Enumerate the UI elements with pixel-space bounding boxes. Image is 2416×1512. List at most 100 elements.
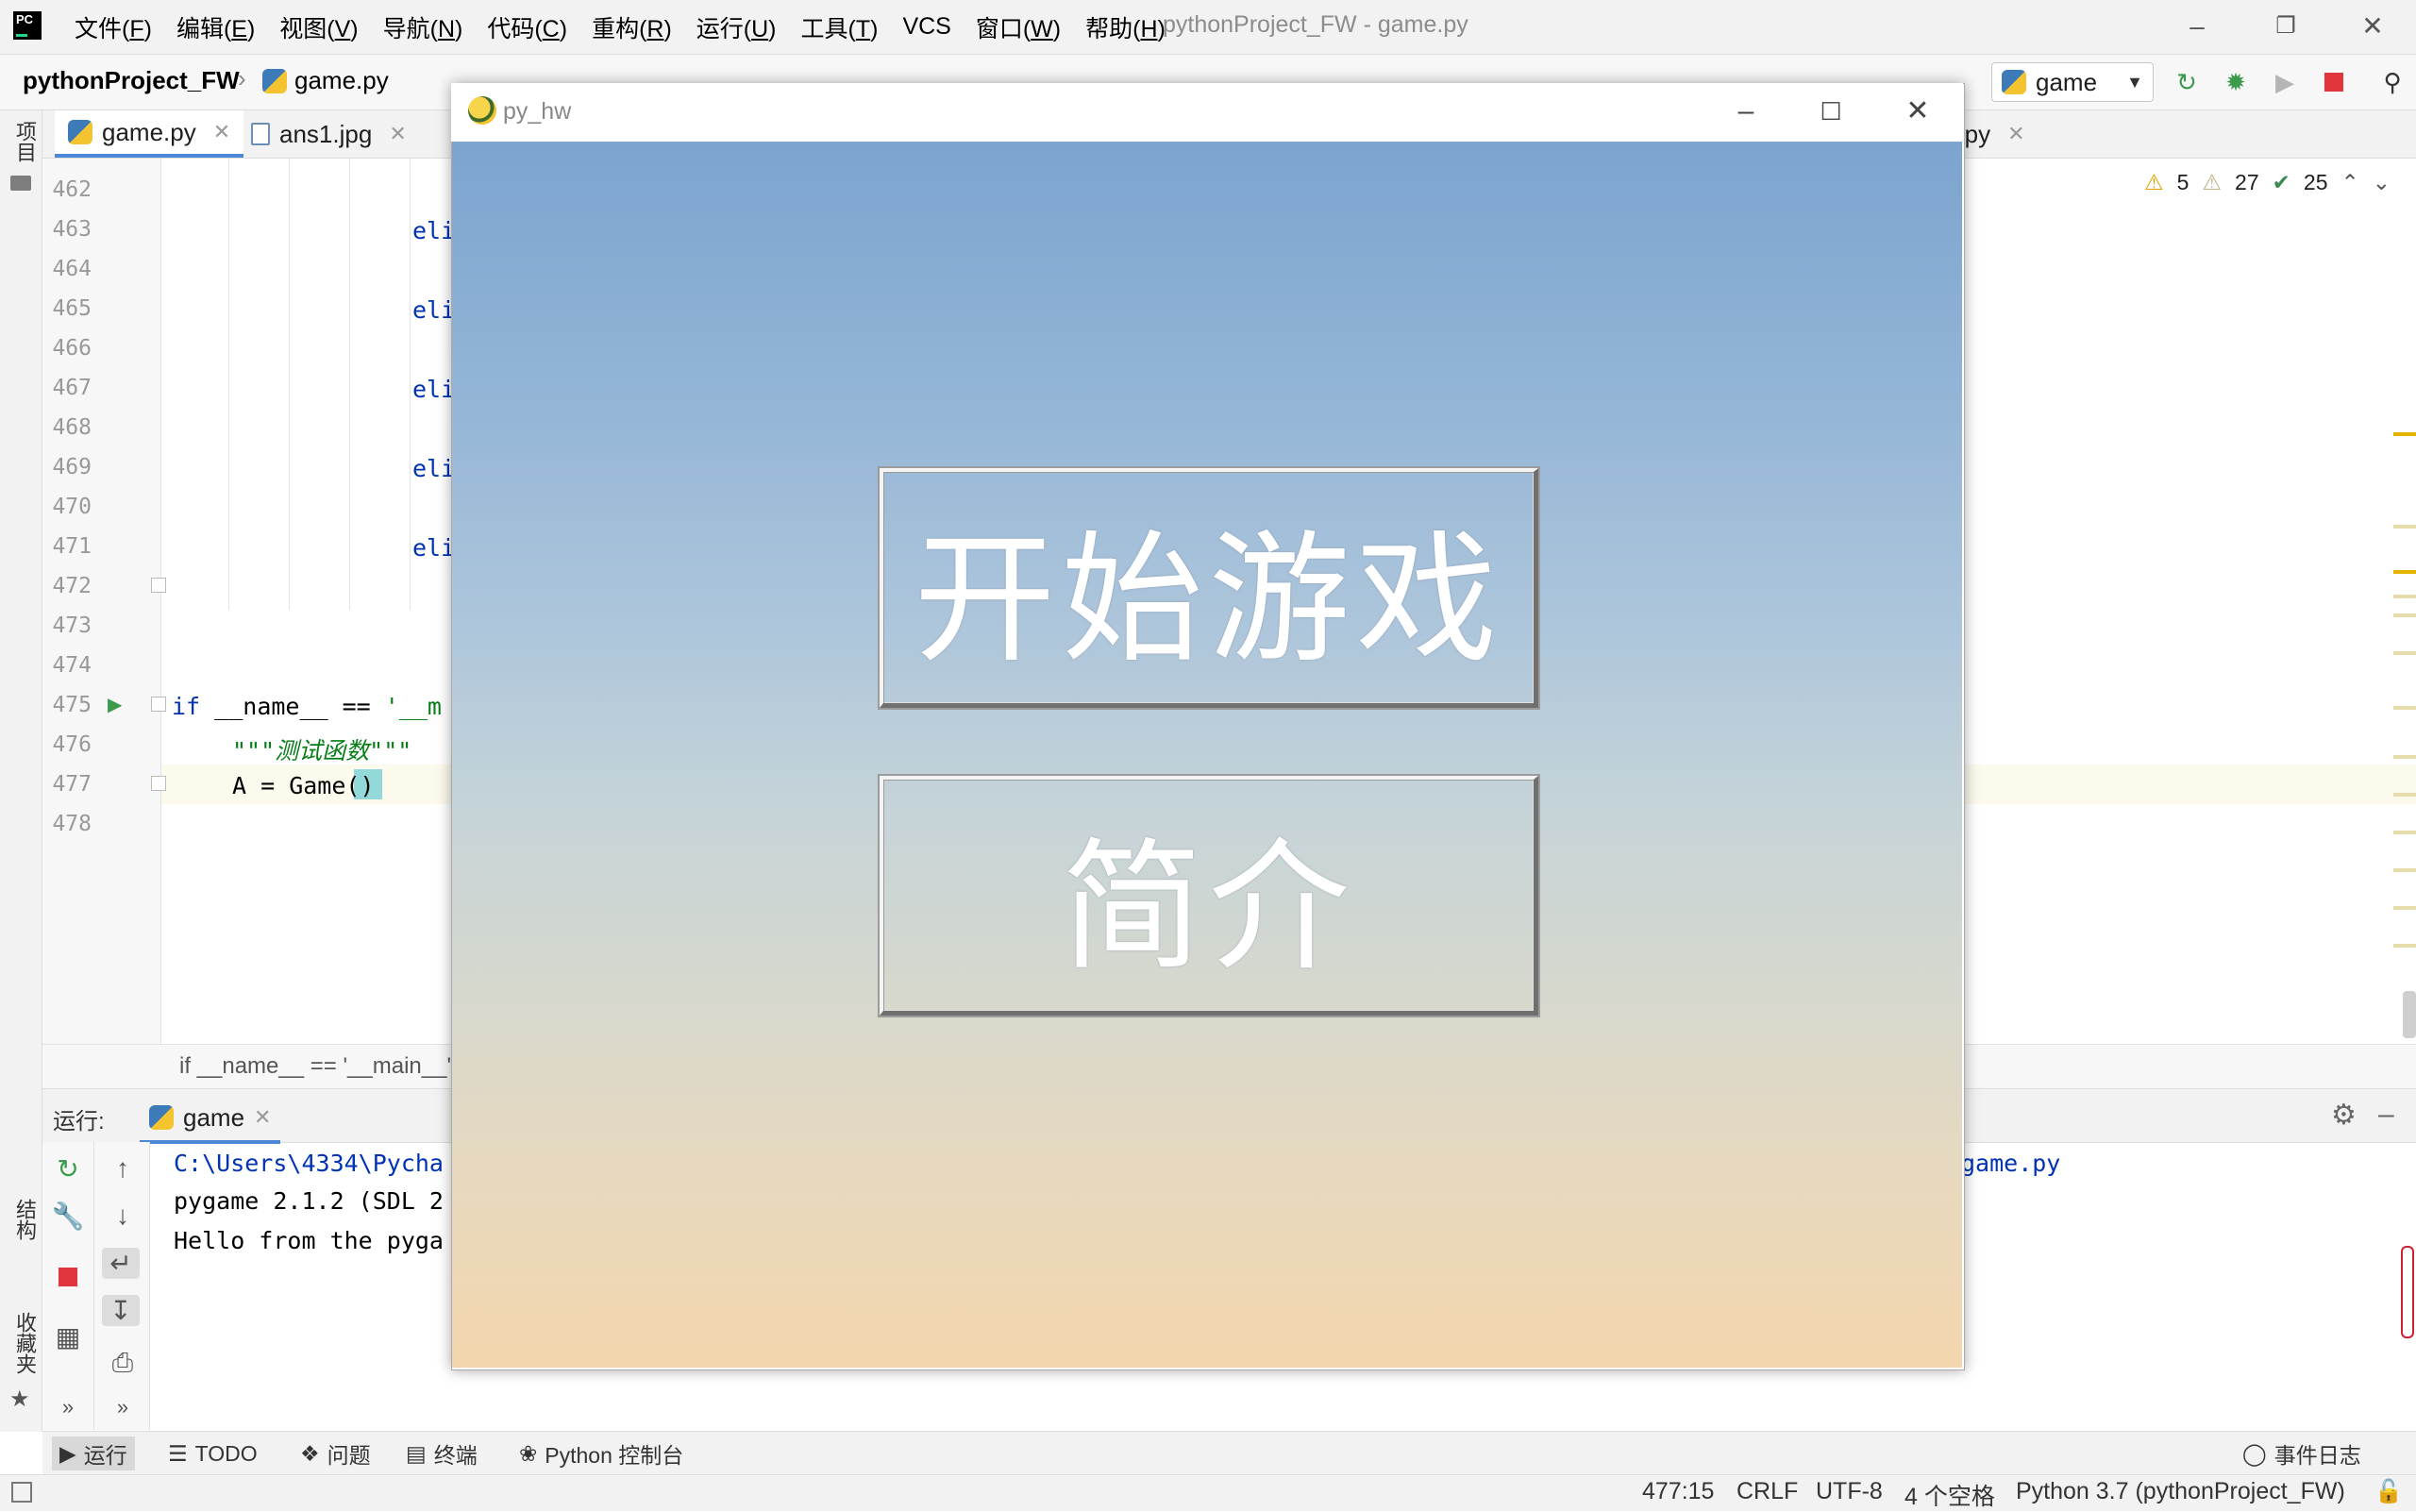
window-title: pythonProject_FW - game.py <box>1163 11 1468 38</box>
weak-warning-icon: ⚠ <box>2202 170 2223 194</box>
error-stripe-marker[interactable] <box>2393 613 2416 617</box>
more-icon[interactable]: » <box>104 1395 142 1420</box>
error-stripe-marker[interactable] <box>2393 570 2416 574</box>
line-separator[interactable]: CRLF <box>1736 1478 1798 1505</box>
tab-game-py[interactable]: game.py ✕ <box>55 110 244 158</box>
arrow-down-icon[interactable]: ↓ <box>104 1201 142 1231</box>
fold-marker-icon[interactable] <box>151 697 166 712</box>
todo-tool-button[interactable]: ☰ TODO <box>168 1436 258 1470</box>
menu-code[interactable]: 代码(C) <box>475 10 579 44</box>
menu-run[interactable]: 运行(U) <box>684 10 789 44</box>
favorites-tool-button[interactable]: 收藏夹 <box>9 1312 40 1374</box>
hide-panel-icon[interactable]: – <box>2378 1099 2394 1131</box>
minimize-icon[interactable]: – <box>2178 9 2216 43</box>
caret-position[interactable]: 477:15 <box>1642 1478 1714 1505</box>
project-tool-button[interactable]: 项目 <box>9 121 40 162</box>
game-canvas[interactable] <box>452 142 1962 1368</box>
menu-vcs[interactable]: VCS <box>890 13 963 41</box>
chevron-up-icon[interactable]: ⌃ <box>2341 170 2359 195</box>
error-stripe-marker[interactable] <box>2393 944 2416 948</box>
breadcrumb-file[interactable]: game.py <box>262 66 389 95</box>
error-stripe-marker[interactable] <box>2393 831 2416 834</box>
arrow-up-icon[interactable]: ↑ <box>104 1153 142 1184</box>
close-icon[interactable]: ✕ <box>2354 9 2391 43</box>
tab-close-icon[interactable]: ✕ <box>254 1105 271 1130</box>
pygame-window-title: py_hw <box>503 98 572 125</box>
file-encoding[interactable]: UTF-8 <box>1816 1478 1883 1505</box>
menu-edit[interactable]: 编辑(E) <box>164 10 267 44</box>
tab-close-icon[interactable]: ✕ <box>2007 122 2024 146</box>
more-icon[interactable]: » <box>49 1395 87 1420</box>
event-log-button[interactable]: ◯ 事件日志 <box>2242 1436 2361 1470</box>
scroll-to-end-icon[interactable]: ↧ <box>102 1295 140 1326</box>
debug-icon[interactable]: ✹ <box>2220 66 2252 98</box>
error-stripe-marker[interactable] <box>2393 651 2416 655</box>
error-stripe-marker[interactable] <box>2393 432 2416 436</box>
pygame-minimize-icon[interactable]: – <box>1727 94 1765 128</box>
menu-tools[interactable]: 工具(T) <box>789 10 891 44</box>
coverage-icon[interactable]: ▶ <box>2269 66 2301 98</box>
error-stripe-marker[interactable] <box>2393 525 2416 529</box>
introduction-button[interactable]: 简介 <box>880 776 1538 1016</box>
fold-marker-icon[interactable] <box>151 578 166 593</box>
run-tool-button[interactable]: ▶ 运行 <box>52 1436 135 1470</box>
line-number: 468 <box>52 415 92 440</box>
menu-navigate[interactable]: 导航(N) <box>371 10 476 44</box>
pygame-maximize-icon[interactable]: ☐ <box>1812 94 1850 128</box>
gear-icon[interactable]: ⚙ <box>2331 1099 2357 1132</box>
error-stripe-marker[interactable] <box>2393 755 2416 759</box>
event-log-icon: ◯ <box>2242 1440 2267 1466</box>
terminal-tool-button[interactable]: ▤ 终端 <box>406 1436 478 1470</box>
run-configuration-select[interactable]: game ▼ <box>1991 62 2154 102</box>
rerun-icon[interactable]: ↻ <box>49 1153 87 1184</box>
start-game-button[interactable]: 开始游戏 <box>880 468 1538 708</box>
line-number: 469 <box>52 455 92 479</box>
stop-icon[interactable] <box>2318 66 2350 98</box>
indent-setting[interactable]: 4 个空格 <box>1904 1478 1995 1512</box>
fold-marker-icon[interactable] <box>151 776 166 791</box>
problems-tool-button[interactable]: ❖ 问题 <box>300 1436 371 1470</box>
inspection-summary[interactable]: ⚠ 5 ⚠ 27 ✔ 25 ⌃ ⌄ <box>2144 170 2391 195</box>
chevron-down-icon[interactable]: ⌄ <box>2373 170 2391 195</box>
tab-close-icon[interactable]: ✕ <box>389 122 406 146</box>
lock-icon[interactable]: 🔓 <box>2374 1478 2403 1505</box>
print-icon[interactable]: ⎙ <box>104 1348 142 1379</box>
wrench-icon[interactable]: 🔧 <box>49 1201 87 1232</box>
menu-view[interactable]: 视图(V) <box>267 10 370 44</box>
console-line-tail: game.py <box>1961 1150 2061 1177</box>
console-line: C:\Users\4334\Pycha <box>174 1150 444 1177</box>
menu-window[interactable]: 窗口(W) <box>964 10 1073 44</box>
soft-wrap-icon[interactable]: ↵ <box>102 1248 140 1279</box>
python-console-tool-button[interactable]: ❀ Python 控制台 <box>519 1436 683 1470</box>
layout-icon[interactable]: ▦ <box>49 1321 87 1352</box>
menu-file[interactable]: 文件(F) <box>62 10 164 44</box>
error-stripe-marker[interactable] <box>2393 706 2416 710</box>
code-line-469: eli <box>412 455 456 482</box>
search-icon[interactable]: ⚲ <box>2376 66 2408 98</box>
run-gutter-icon[interactable]: ▶ <box>108 693 122 716</box>
code-breadcrumb[interactable]: if __name__ == '__main__' <box>179 1053 451 1080</box>
line-number: 470 <box>52 495 92 519</box>
line-number: 466 <box>52 336 92 361</box>
run-tab-game[interactable]: game ✕ <box>140 1095 281 1144</box>
error-stripe-marker[interactable] <box>2393 868 2416 872</box>
editor-scrollbar[interactable] <box>2403 991 2416 1038</box>
error-stripe-marker[interactable] <box>2393 595 2416 598</box>
error-stripe-marker[interactable] <box>2393 793 2416 797</box>
breadcrumb-project[interactable]: pythonProject_FW <box>23 66 240 95</box>
error-stripe-marker[interactable] <box>2393 906 2416 910</box>
restore-icon[interactable]: ❐ <box>2267 9 2305 43</box>
star-icon: ★ <box>9 1386 30 1412</box>
line-number: 465 <box>52 296 92 321</box>
tab-ans1-jpg[interactable]: ans1.jpg ✕ <box>238 110 420 158</box>
layout-toggle-icon[interactable] <box>11 1482 32 1503</box>
tab-close-icon[interactable]: ✕ <box>213 120 230 144</box>
structure-tool-button[interactable]: 结构 <box>9 1199 40 1240</box>
rerun-icon[interactable]: ↻ <box>2171 66 2203 98</box>
stop-icon[interactable] <box>59 1268 77 1286</box>
menu-refactor[interactable]: 重构(R) <box>579 10 684 44</box>
python-interpreter[interactable]: Python 3.7 (pythonProject_FW) <box>2016 1478 2345 1505</box>
warning-icon: ⚠ <box>2144 170 2164 194</box>
pygame-close-icon[interactable]: ✕ <box>1899 94 1937 128</box>
line-number: 475 <box>52 693 92 717</box>
